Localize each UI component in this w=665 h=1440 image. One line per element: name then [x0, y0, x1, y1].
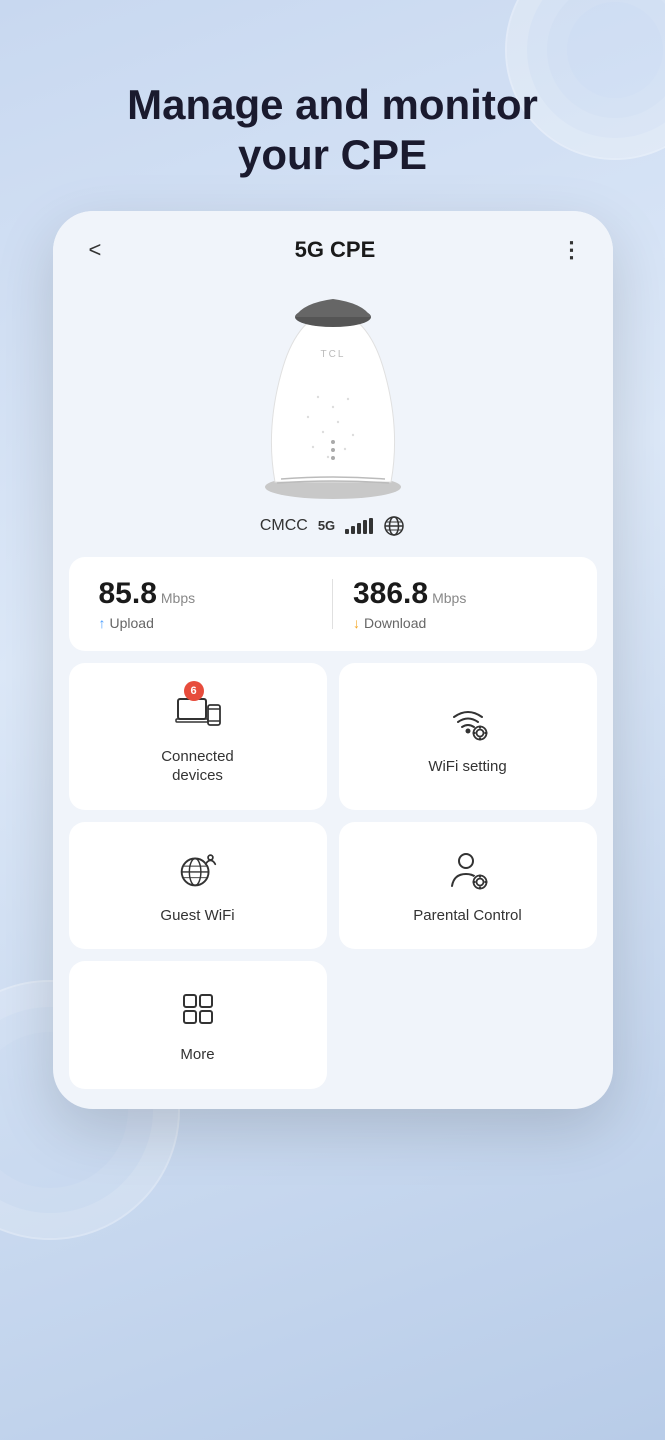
signal-bars	[345, 518, 373, 534]
connected-devices-button[interactable]: 6 Connecteddevices	[69, 663, 327, 810]
download-value: 386.8 Mbps	[353, 577, 567, 611]
phone-frame: < 5G CPE ⋮ TCL	[53, 211, 613, 1109]
stat-divider	[332, 579, 333, 629]
parental-control-icon	[444, 846, 492, 894]
download-label: ↓ Download	[353, 615, 567, 631]
more-menu-button[interactable]: ⋮	[561, 237, 585, 263]
signal-bar-5	[369, 518, 373, 534]
stats-card: 85.8 Mbps ↑ Upload 386.8 Mbps ↓ Download	[69, 557, 597, 651]
download-unit: Mbps	[432, 590, 466, 606]
back-button[interactable]: <	[81, 233, 110, 267]
more-button[interactable]: More	[69, 961, 327, 1089]
connected-devices-label: Connecteddevices	[161, 747, 234, 786]
screen-title: 5G CPE	[295, 237, 376, 263]
device-area: TCL CMCC 5G	[53, 277, 613, 557]
carrier-label: CMCC	[260, 517, 308, 535]
signal-bar-4	[363, 520, 367, 534]
svg-text:TCL: TCL	[320, 349, 345, 360]
signal-bar-2	[351, 526, 355, 534]
feature-grid: 6 Connecteddevices	[69, 663, 597, 1109]
upload-value: 85.8 Mbps	[99, 577, 313, 611]
upload-arrow-icon: ↑	[99, 615, 106, 631]
signal-bar-3	[357, 523, 361, 534]
page-title: Manage and monitor your CPE	[127, 80, 538, 181]
signal-bar-1	[345, 529, 349, 534]
page-header: Manage and monitor your CPE	[127, 80, 538, 181]
upload-label: ↑ Upload	[99, 615, 313, 631]
network-standard: 5G	[318, 518, 335, 533]
parental-control-label: Parental Control	[413, 906, 521, 926]
parental-control-button[interactable]: Parental Control	[339, 822, 597, 950]
download-arrow-icon: ↓	[353, 615, 360, 631]
guest-wifi-button[interactable]: Guest WiFi	[69, 822, 327, 950]
wifi-setting-button[interactable]: WiFi setting	[339, 663, 597, 810]
guest-wifi-label: Guest WiFi	[160, 906, 234, 926]
upload-unit: Mbps	[161, 590, 195, 606]
more-icon	[174, 985, 222, 1033]
connected-devices-badge: 6	[184, 681, 204, 701]
top-bar: < 5G CPE ⋮	[53, 211, 613, 277]
wifi-setting-icon	[444, 697, 492, 745]
guest-wifi-icon	[174, 846, 222, 894]
download-stat: 386.8 Mbps ↓ Download	[353, 577, 567, 631]
cpe-device-image: TCL	[233, 287, 433, 507]
globe-icon	[383, 515, 405, 537]
more-label: More	[180, 1045, 214, 1065]
upload-stat: 85.8 Mbps ↑ Upload	[99, 577, 313, 631]
wifi-setting-label: WiFi setting	[428, 757, 506, 777]
network-status: CMCC 5G	[260, 515, 405, 537]
